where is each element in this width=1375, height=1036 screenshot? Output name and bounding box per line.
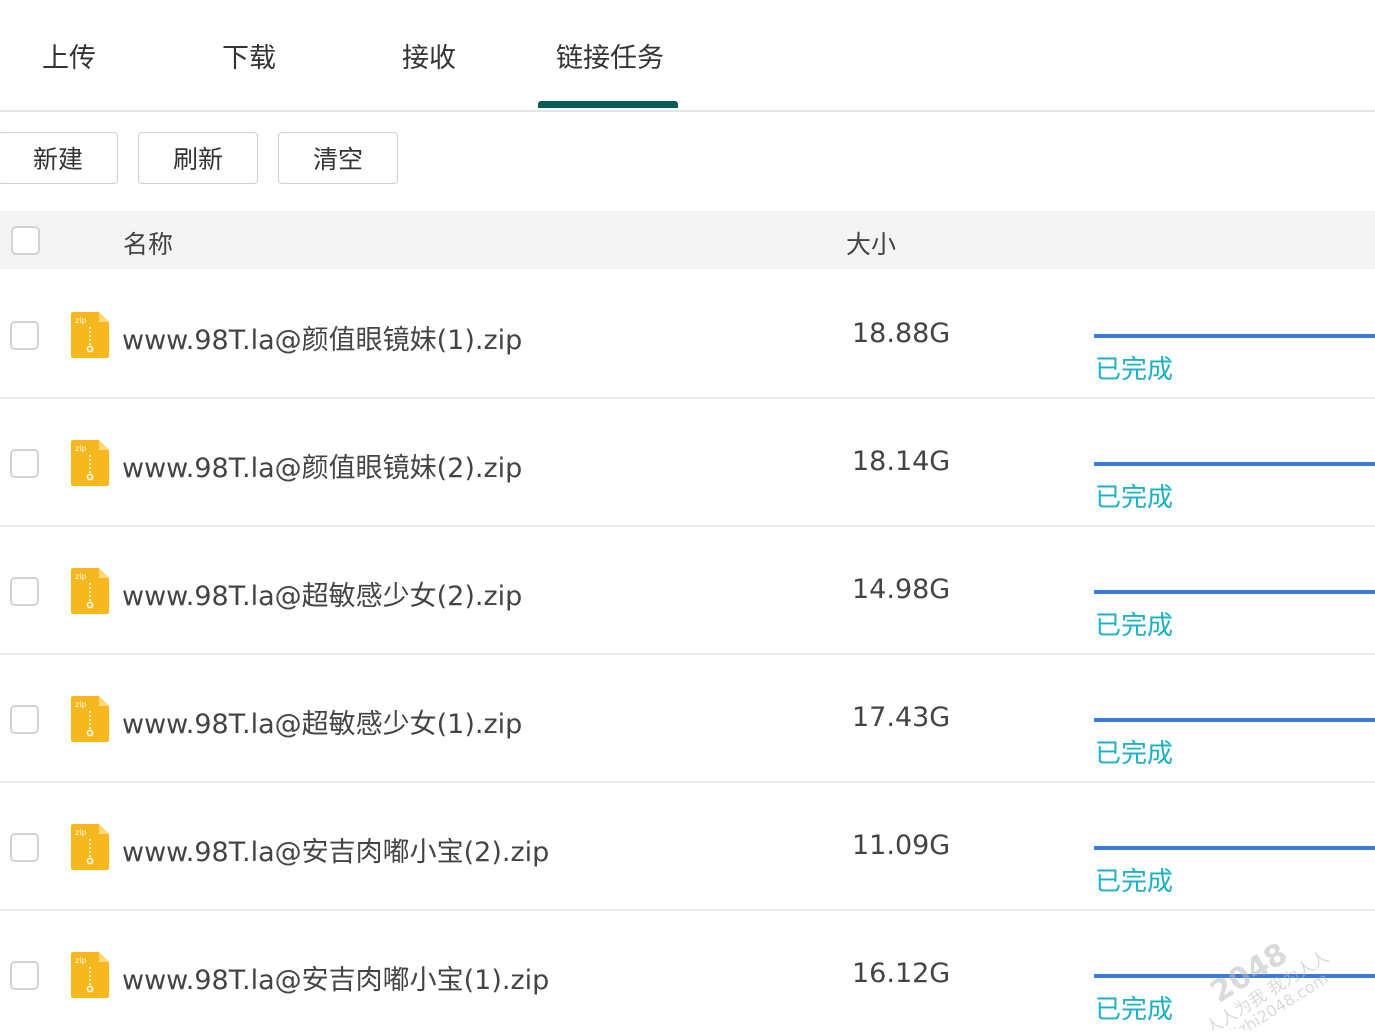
status-complete[interactable]: 已完成 <box>1095 861 1173 898</box>
row-checkbox[interactable] <box>10 833 39 862</box>
new-button[interactable]: 新建 <box>0 132 118 184</box>
clear-button[interactable]: 清空 <box>278 132 398 184</box>
table-row[interactable]: zip www.98T.la@安吉肉嘟小宝(1).zip 16.12G 已完成 <box>0 911 1375 1036</box>
table-row[interactable]: zip www.98T.la@安吉肉嘟小宝(2).zip 11.09G 已完成 <box>0 783 1375 911</box>
svg-text:zip: zip <box>75 572 87 581</box>
tab-receive[interactable]: 接收 <box>402 36 456 75</box>
row-checkbox[interactable] <box>10 705 39 734</box>
status-complete[interactable]: 已完成 <box>1095 349 1173 386</box>
tab-link-tasks[interactable]: 链接任务 <box>556 36 664 75</box>
file-size: 16.12G <box>852 958 951 989</box>
progress-bar <box>1094 590 1375 594</box>
file-name[interactable]: www.98T.la@颜值眼镜妹(1).zip <box>122 318 522 357</box>
active-tab-indicator <box>538 101 678 108</box>
file-size: 11.09G <box>852 830 951 861</box>
row-checkbox[interactable] <box>10 321 39 350</box>
tab-upload[interactable]: 上传 <box>42 36 96 75</box>
progress-bar <box>1094 462 1375 466</box>
zip-file-icon: zip <box>71 312 109 358</box>
file-name[interactable]: www.98T.la@颜值眼镜妹(2).zip <box>122 446 522 485</box>
progress-bar <box>1094 334 1375 338</box>
column-header-size[interactable]: 大小 <box>846 225 896 261</box>
svg-text:zip: zip <box>75 828 87 837</box>
zip-file-icon: zip <box>71 568 109 614</box>
table-row[interactable]: zip www.98T.la@颜值眼镜妹(1).zip 18.88G 已完成 <box>0 271 1375 399</box>
zip-file-icon: zip <box>71 824 109 870</box>
tab-download[interactable]: 下载 <box>222 36 276 75</box>
table-row[interactable]: zip www.98T.la@颜值眼镜妹(2).zip 18.14G 已完成 <box>0 399 1375 527</box>
svg-text:zip: zip <box>75 956 87 965</box>
refresh-button[interactable]: 刷新 <box>138 132 258 184</box>
file-size: 17.43G <box>852 702 951 733</box>
column-header-name[interactable]: 名称 <box>123 225 173 261</box>
status-complete[interactable]: 已完成 <box>1095 733 1173 770</box>
progress-bar <box>1094 974 1375 978</box>
progress-bar <box>1094 846 1375 850</box>
zip-file-icon: zip <box>71 696 109 742</box>
svg-text:zip: zip <box>75 700 87 709</box>
file-name[interactable]: www.98T.la@安吉肉嘟小宝(1).zip <box>122 958 549 997</box>
file-name[interactable]: www.98T.la@超敏感少女(1).zip <box>122 702 522 741</box>
tab-bar: 上传 下载 接收 链接任务 <box>0 0 1375 112</box>
file-name[interactable]: www.98T.la@安吉肉嘟小宝(2).zip <box>122 830 549 869</box>
row-checkbox[interactable] <box>10 961 39 990</box>
zip-file-icon: zip <box>71 440 109 486</box>
svg-text:zip: zip <box>75 316 87 325</box>
table-header: 名称 大小 <box>0 211 1375 269</box>
row-checkbox[interactable] <box>10 449 39 478</box>
zip-file-icon: zip <box>71 952 109 998</box>
progress-bar <box>1094 718 1375 722</box>
file-size: 14.98G <box>852 574 951 605</box>
transfer-page: 上传 下载 接收 链接任务 新建 刷新 清空 名称 大小 zip www.98T.… <box>0 0 1375 1036</box>
status-complete[interactable]: 已完成 <box>1095 477 1173 514</box>
file-size: 18.88G <box>852 318 951 349</box>
row-checkbox[interactable] <box>10 577 39 606</box>
file-name[interactable]: www.98T.la@超敏感少女(2).zip <box>122 574 522 613</box>
table-row[interactable]: zip www.98T.la@超敏感少女(1).zip 17.43G 已完成 <box>0 655 1375 783</box>
select-all-checkbox[interactable] <box>11 226 40 255</box>
status-complete[interactable]: 已完成 <box>1095 989 1173 1026</box>
svg-text:zip: zip <box>75 444 87 453</box>
table-row[interactable]: zip www.98T.la@超敏感少女(2).zip 14.98G 已完成 <box>0 527 1375 655</box>
file-size: 18.14G <box>852 446 951 477</box>
status-complete[interactable]: 已完成 <box>1095 605 1173 642</box>
